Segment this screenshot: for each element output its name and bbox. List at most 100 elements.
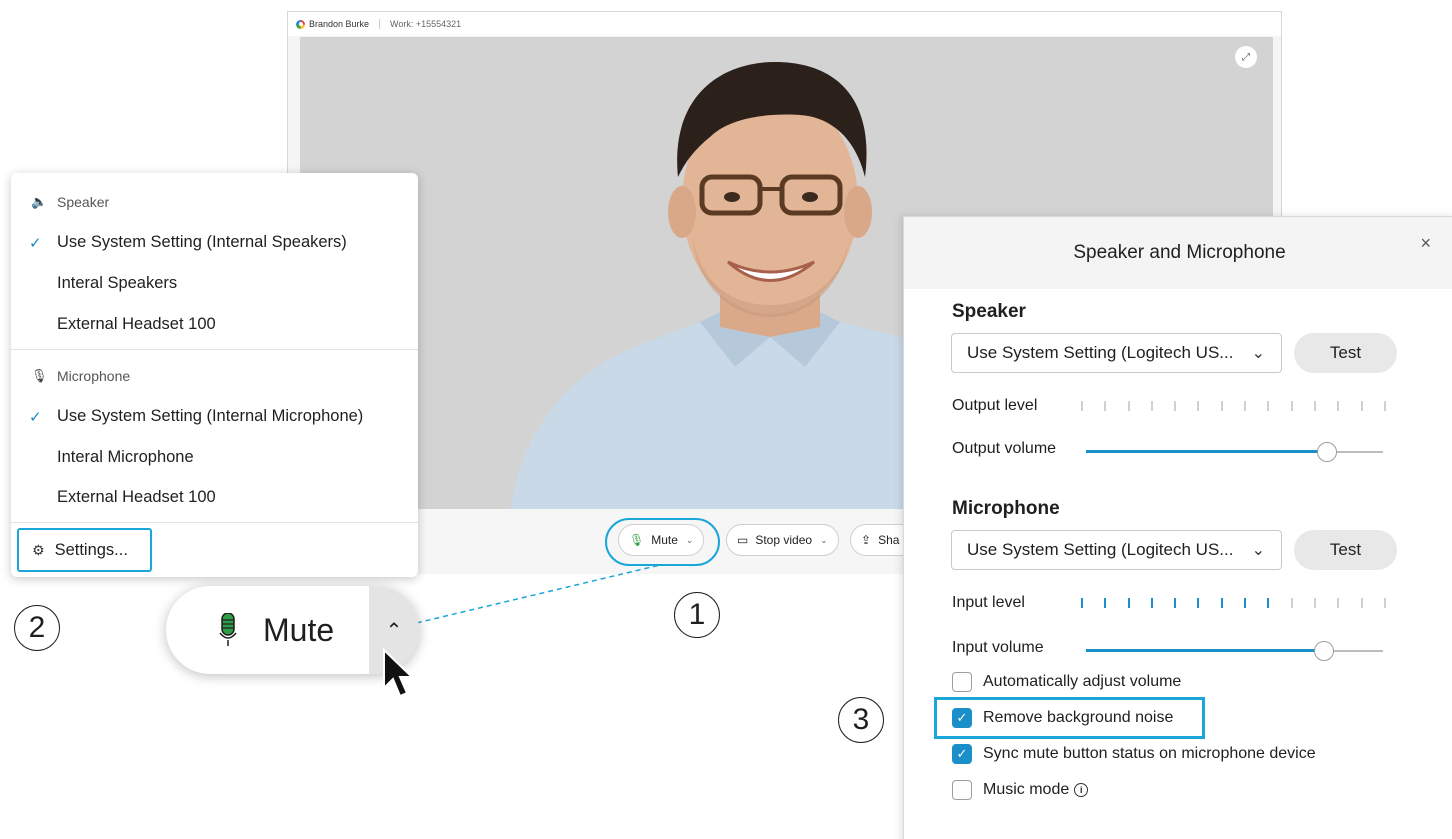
share-label: Sha (878, 533, 900, 547)
info-icon[interactable]: i (1074, 783, 1089, 797)
music-mode-option[interactable]: Music mode i (952, 780, 1089, 800)
microphone-select-value: Use System Setting (Logitech US... (967, 540, 1234, 559)
step-three-marker: 3 (838, 697, 884, 743)
auto-adjust-volume-option[interactable]: Automatically adjust volume (952, 672, 1181, 692)
level-tick (1290, 598, 1293, 608)
level-tick (1313, 598, 1316, 608)
webex-logo-icon (296, 19, 305, 29)
stop-video-button[interactable]: ▭ Stop video ⌄ (726, 524, 839, 556)
microphone-heading: Microphone (952, 498, 1060, 519)
microphone-icon (219, 613, 237, 646)
level-tick (1337, 598, 1340, 608)
output-level-label: Output level (952, 397, 1038, 414)
menu-item-label: Use System Setting (Internal Speakers) (57, 233, 347, 251)
chevron-down-icon: ⌄ (1251, 345, 1265, 362)
level-tick (1127, 598, 1130, 608)
speaker-test-button[interactable]: Test (1294, 333, 1397, 373)
share-button[interactable]: ⇪ Sha (850, 524, 910, 556)
settings-label: Settings... (54, 540, 128, 559)
step-one-marker: 1 (674, 592, 720, 638)
slider-fill (1086, 450, 1327, 453)
mute-highlight-outline (605, 518, 720, 566)
speaker-section-heading: 🔈 Speaker (31, 194, 109, 210)
microphone-test-button[interactable]: Test (1294, 530, 1397, 570)
chevron-up-icon: ⌃ (385, 619, 403, 642)
level-tick (1244, 401, 1247, 411)
video-camera-icon: ▭ (737, 533, 749, 547)
sync-mute-option[interactable]: ✓ Sync mute button status on microphone … (952, 744, 1316, 764)
menu-item-mic-system[interactable]: ✓ Use System Setting (Internal Microphon… (29, 407, 363, 426)
menu-item-label: Interal Speakers (57, 274, 178, 292)
input-volume-slider[interactable] (1086, 641, 1383, 661)
input-volume-label: Input volume (952, 639, 1044, 656)
dialog-title-bar: Speaker and Microphone (904, 217, 1452, 289)
menu-item-speaker-headset[interactable]: External Headset 100 (29, 315, 216, 334)
menu-divider (11, 522, 418, 523)
speaker-device-select[interactable]: Use System Setting (Logitech US... ⌄ (951, 333, 1282, 373)
level-tick (1383, 598, 1386, 608)
level-tick (1104, 401, 1107, 411)
slider-thumb[interactable] (1313, 641, 1334, 661)
speaker-icon: 🔈 (31, 194, 48, 209)
level-tick (1244, 598, 1247, 608)
level-tick (1360, 598, 1363, 608)
stop-video-label: Stop video (755, 533, 813, 547)
level-tick (1313, 401, 1316, 411)
input-level-label: Input level (952, 594, 1025, 611)
microphone-icon: 🎙 (31, 368, 48, 383)
gear-icon: ⚙ (32, 541, 45, 558)
settings-menu-item[interactable]: ⚙ Settings... (17, 528, 152, 572)
noise-option-highlight-outline (934, 697, 1205, 739)
menu-item-label: External Headset 100 (57, 315, 216, 333)
output-volume-slider[interactable] (1086, 442, 1383, 462)
speaker-heading: Speaker (952, 301, 1026, 322)
menu-item-mic-headset[interactable]: External Headset 100 (29, 488, 216, 507)
slider-fill (1086, 649, 1324, 652)
level-tick (1127, 401, 1130, 411)
checkmark-icon: ✓ (29, 408, 42, 426)
level-tick (1174, 401, 1177, 411)
level-tick (1220, 401, 1223, 411)
menu-item-mic-internal[interactable]: Interal Microphone (29, 448, 194, 467)
output-level-meter (1081, 401, 1386, 413)
dialog-title: Speaker and Microphone (1073, 242, 1286, 263)
expand-icon: ⤢ (1242, 51, 1250, 63)
checkbox[interactable] (952, 672, 972, 692)
level-tick (1174, 598, 1177, 608)
chevron-down-icon[interactable]: ⌄ (820, 535, 828, 546)
level-tick (1267, 598, 1270, 608)
contact-name: Brandon Burke (309, 19, 370, 29)
level-tick (1197, 598, 1200, 608)
contact-work-number: Work: +15554321 (390, 19, 462, 29)
menu-item-label: Use System Setting (Internal Microphone) (57, 407, 364, 425)
expand-video-button[interactable]: ⤢ (1235, 46, 1257, 68)
checkmark-icon: ✓ (29, 234, 42, 252)
close-icon[interactable]: × (1420, 233, 1431, 254)
menu-item-label: Interal Microphone (57, 448, 194, 466)
level-tick (1337, 401, 1340, 411)
checkbox[interactable] (952, 780, 972, 800)
menu-divider (11, 349, 418, 350)
menu-item-label: External Headset 100 (57, 488, 216, 506)
level-tick (1267, 401, 1270, 411)
microphone-section-heading: 🎙 Microphone (31, 368, 130, 384)
menu-item-speaker-system[interactable]: ✓ Use System Setting (Internal Speakers) (29, 233, 347, 252)
level-tick (1290, 401, 1293, 411)
speaker-select-value: Use System Setting (Logitech US... (967, 343, 1234, 362)
input-level-meter (1081, 598, 1386, 610)
level-tick (1081, 401, 1083, 411)
slider-thumb[interactable] (1316, 442, 1337, 462)
audio-device-menu: 🔈 Speaker ✓ Use System Setting (Internal… (11, 173, 418, 577)
level-tick (1150, 401, 1153, 411)
level-tick (1220, 598, 1223, 608)
microphone-heading-label: Microphone (57, 368, 131, 384)
checkbox[interactable]: ✓ (952, 744, 972, 764)
level-tick (1197, 401, 1200, 411)
header-divider (379, 19, 381, 29)
call-header: Brandon Burke Work: +15554321 (288, 12, 1281, 36)
speaker-heading-label: Speaker (57, 194, 110, 210)
microphone-device-select[interactable]: Use System Setting (Logitech US... ⌄ (951, 530, 1282, 570)
mute-label: Mute (263, 612, 335, 648)
mouse-cursor-icon (383, 648, 415, 698)
menu-item-speaker-internal[interactable]: Interal Speakers (29, 274, 177, 293)
